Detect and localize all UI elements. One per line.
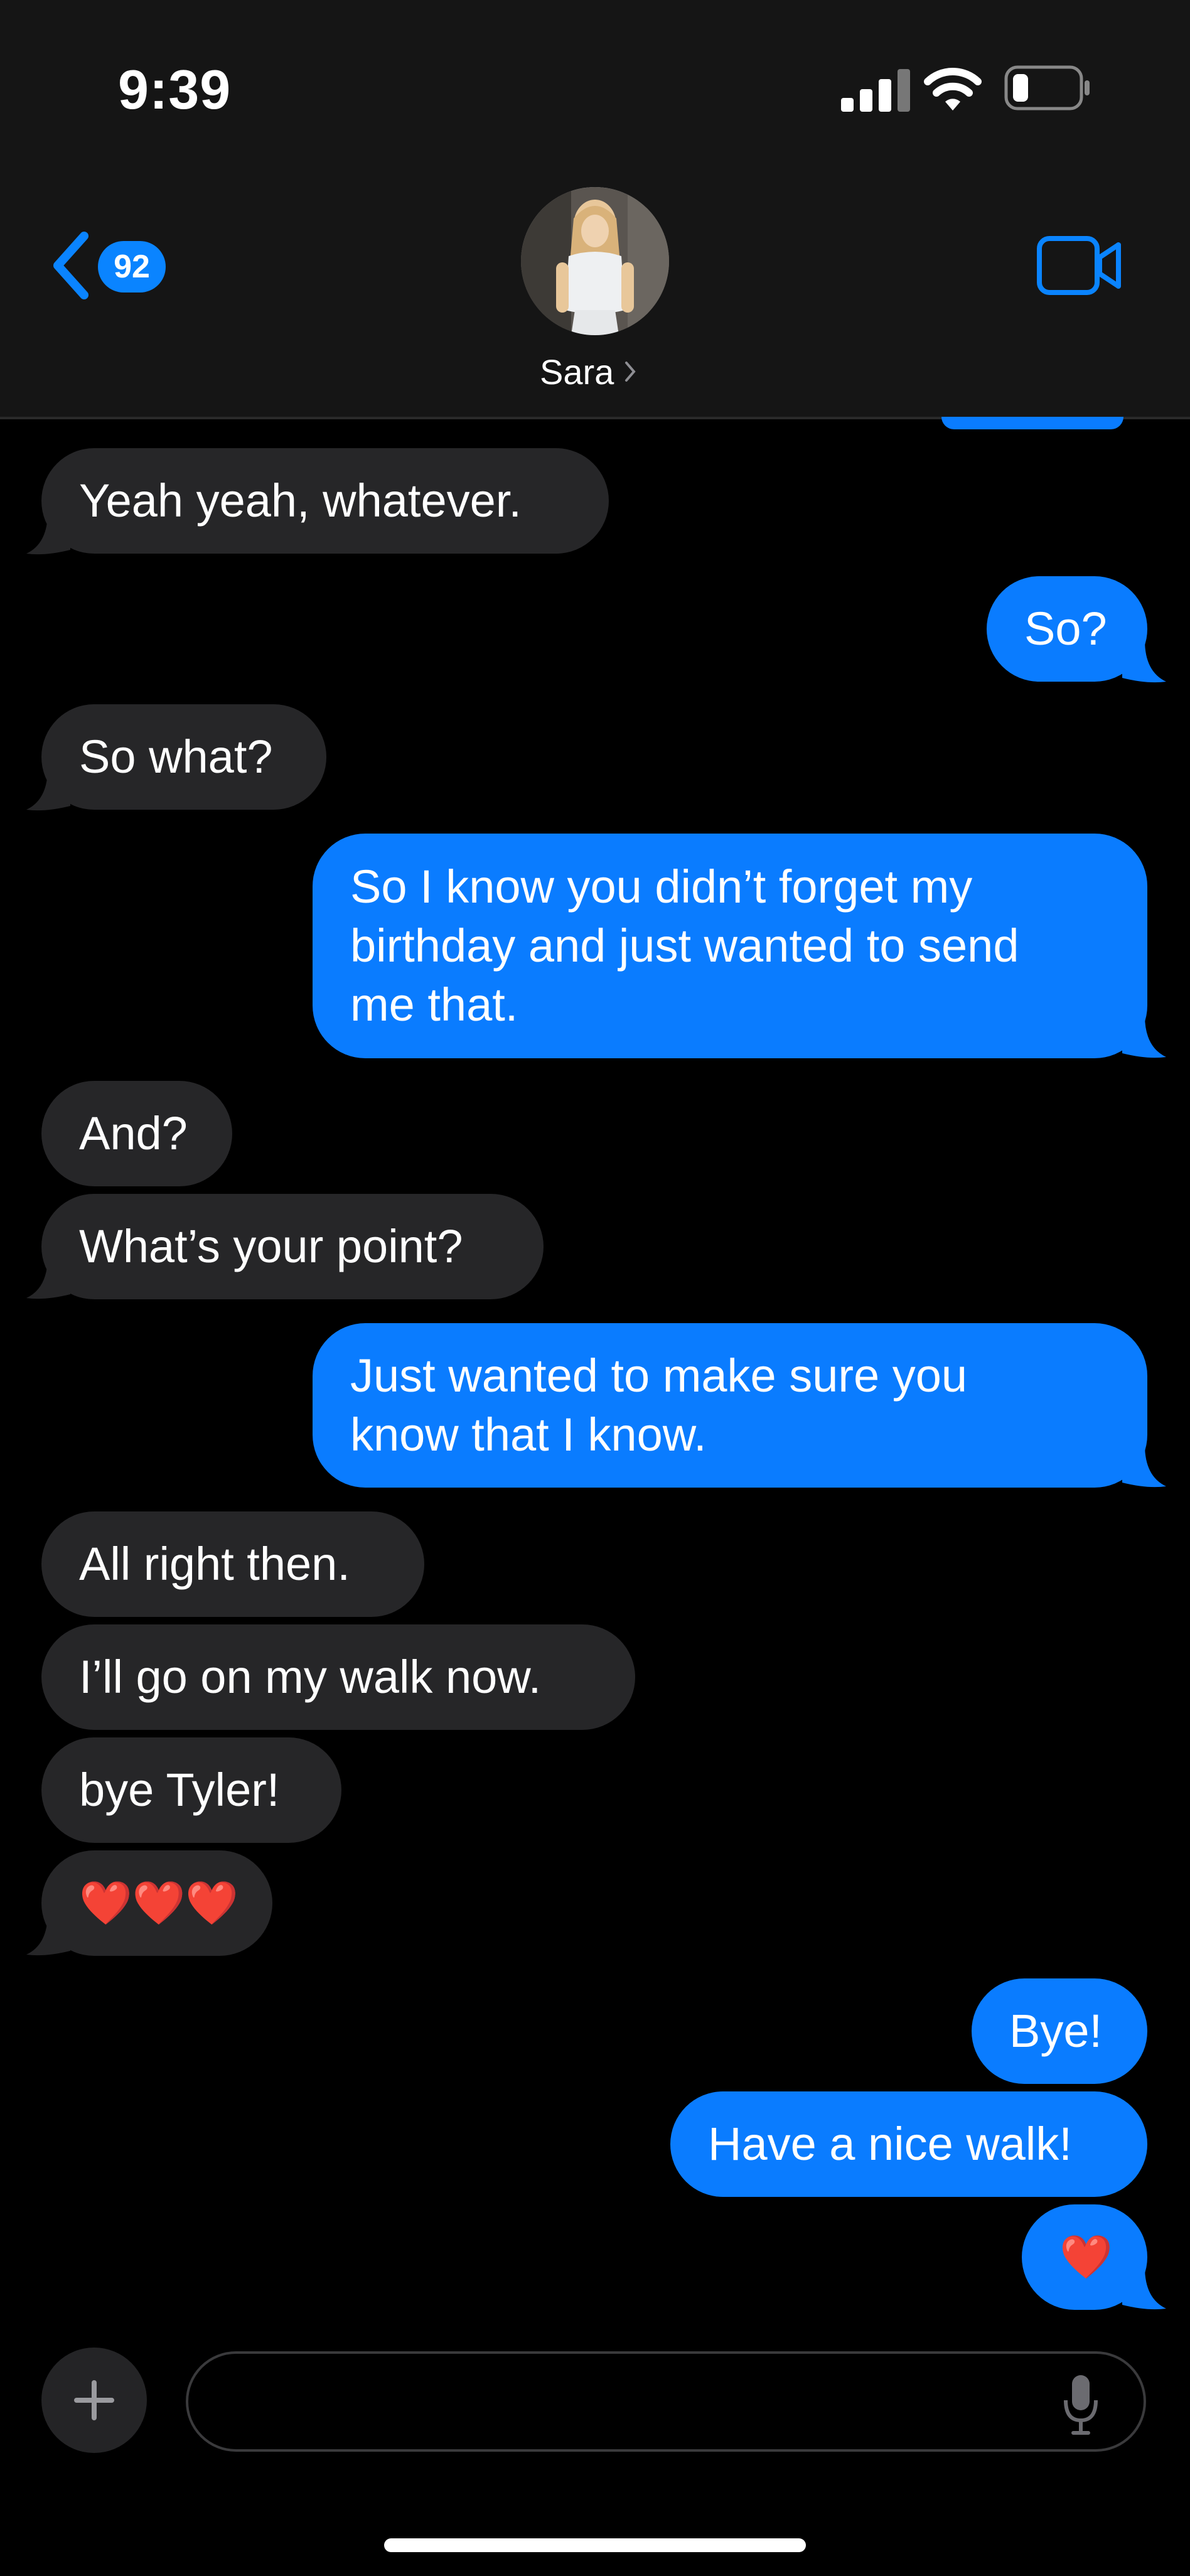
outgoing-message[interactable]: Just wanted to make sure you know that I…: [313, 1323, 1147, 1488]
previous-message-edge: [941, 417, 1123, 429]
add-attachment-button[interactable]: [41, 2348, 147, 2453]
wifi-icon: [924, 68, 982, 110]
back-chevron-icon[interactable]: [50, 231, 90, 300]
incoming-message[interactable]: bye Tyler!: [41, 1737, 341, 1843]
status-time: 9:39: [118, 58, 232, 121]
conversation-header: 9:39 92 Sara: [0, 0, 1190, 419]
incoming-bubble-tail: [26, 768, 70, 811]
message-input[interactable]: [220, 2379, 1038, 2430]
incoming-message[interactable]: Yeah yeah, whatever.: [41, 448, 609, 554]
plus-icon: [74, 2380, 114, 2420]
incoming-message[interactable]: ❤️❤️❤️: [41, 1850, 272, 1956]
outgoing-bubble-tail: [1122, 640, 1166, 683]
outgoing-message[interactable]: So I know you didn’t forget my birthday …: [313, 834, 1147, 1058]
outgoing-message[interactable]: Have a nice walk!: [670, 2091, 1147, 2197]
incoming-bubble-tail: [26, 1913, 70, 1956]
outgoing-bubble-tail: [1122, 1445, 1166, 1488]
home-indicator[interactable]: [384, 2538, 806, 2552]
contact-details-chevron-icon[interactable]: [624, 360, 636, 383]
outgoing-message[interactable]: Bye!: [972, 1978, 1147, 2084]
unread-count-badge[interactable]: 92: [98, 241, 166, 292]
incoming-bubble-tail: [26, 512, 70, 555]
outgoing-bubble-tail: [1122, 2267, 1166, 2310]
incoming-message[interactable]: I’ll go on my walk now.: [41, 1624, 635, 1730]
video-camera-icon[interactable]: [1037, 235, 1122, 296]
message-input-field[interactable]: [186, 2351, 1146, 2452]
incoming-message[interactable]: What’s your point?: [41, 1194, 544, 1299]
outgoing-bubble-tail: [1122, 1016, 1166, 1058]
battery-icon: [1004, 65, 1090, 110]
incoming-message[interactable]: So what?: [41, 704, 326, 810]
cellular-signal-icon: [841, 69, 910, 112]
incoming-message[interactable]: All right then.: [41, 1511, 424, 1617]
microphone-icon[interactable]: [1062, 2373, 1100, 2435]
incoming-message[interactable]: And?: [41, 1081, 232, 1186]
contact-avatar[interactable]: [521, 187, 669, 335]
contact-name[interactable]: Sara: [540, 352, 614, 392]
incoming-bubble-tail: [26, 1257, 70, 1299]
